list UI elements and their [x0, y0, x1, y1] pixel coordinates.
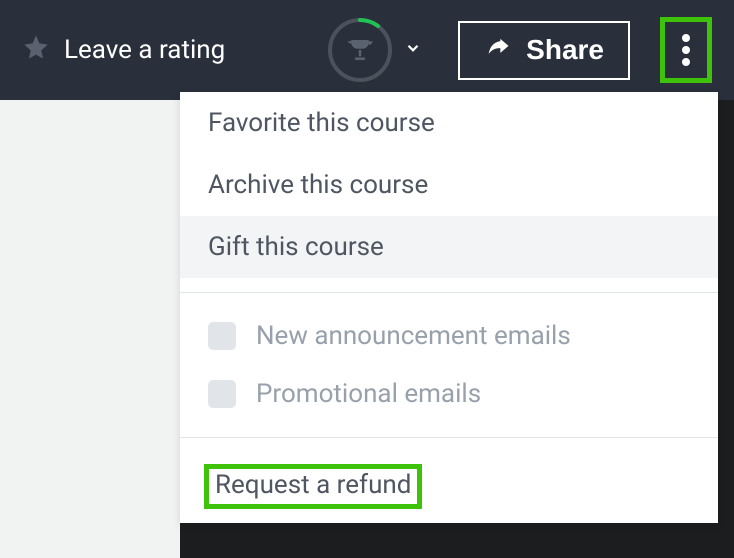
refund-highlight: Request a refund [204, 464, 422, 509]
menu-divider [180, 292, 718, 293]
chevron-down-icon [404, 39, 422, 61]
checkbox-icon [208, 380, 236, 408]
menu-check-announcement-emails[interactable]: New announcement emails [180, 307, 718, 365]
leave-rating-button[interactable]: Leave a rating [22, 33, 225, 68]
menu-item-label: Archive this course [208, 170, 428, 200]
menu-check-label: New announcement emails [256, 321, 571, 351]
menu-archive-course[interactable]: Archive this course [180, 154, 718, 216]
menu-item-label: Favorite this course [208, 108, 435, 138]
share-label: Share [526, 34, 604, 66]
share-arrow-icon [484, 33, 512, 68]
menu-item-label: Request a refund [215, 470, 411, 500]
menu-check-promotional-emails[interactable]: Promotional emails [180, 365, 718, 423]
kebab-highlight [660, 17, 712, 83]
kebab-icon [682, 34, 690, 66]
menu-check-label: Promotional emails [256, 379, 481, 409]
leave-rating-label: Leave a rating [64, 35, 225, 65]
progress-dropdown[interactable] [328, 18, 422, 82]
progress-arc-icon [328, 18, 392, 82]
trophy-progress [328, 18, 392, 82]
menu-item-label: Gift this course [208, 232, 384, 262]
more-options-menu: Favorite this course Archive this course… [180, 92, 718, 523]
video-panel [0, 100, 180, 558]
menu-divider [180, 437, 718, 438]
course-header: Leave a rating Share [0, 0, 734, 100]
right-strip [718, 100, 734, 558]
menu-request-refund[interactable]: Request a refund [215, 470, 411, 500]
more-options-button[interactable] [666, 23, 706, 77]
share-button[interactable]: Share [458, 21, 630, 80]
checkbox-icon [208, 322, 236, 350]
star-icon [22, 33, 50, 68]
menu-favorite-course[interactable]: Favorite this course [180, 92, 718, 154]
menu-gift-course[interactable]: Gift this course [180, 216, 718, 278]
